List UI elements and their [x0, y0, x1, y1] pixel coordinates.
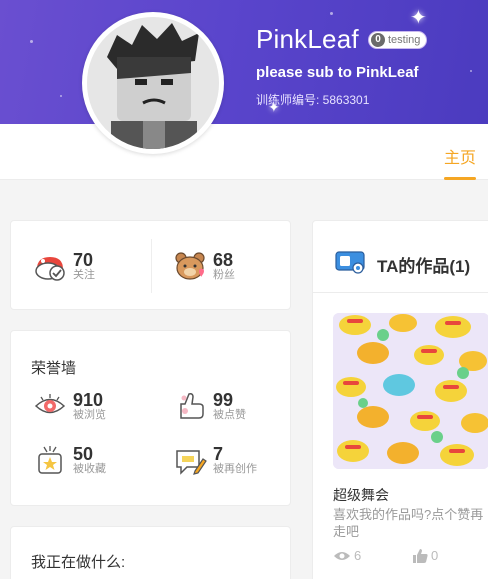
fans-stat[interactable]: 68 粉丝 [173, 249, 235, 283]
work-likes[interactable]: 0 [413, 548, 438, 563]
level-badge: 0 testing [368, 31, 428, 49]
work-likes-count: 0 [431, 548, 439, 563]
works-icon [335, 251, 365, 274]
like-icon [180, 393, 204, 419]
level-number: 0 [371, 33, 385, 47]
fans-icon [175, 252, 205, 280]
honor-wall-card: 荣誉墙 910 被浏览 99 被点赞 50 被收藏 7 被再创作 [10, 330, 291, 506]
thumbs-up-icon [413, 548, 428, 563]
follow-icon [35, 257, 65, 281]
favorites-count: 50 [73, 443, 94, 464]
following-stat[interactable]: 70 关注 [33, 249, 95, 283]
star-icon [38, 446, 62, 474]
fans-count: 68 [213, 249, 234, 270]
sparkle-icon: ✦ [410, 7, 427, 29]
eye-icon [334, 551, 350, 560]
work-views: 6 [333, 548, 361, 563]
eye-icon [34, 394, 66, 414]
status-card: 我正在做什么: [10, 526, 291, 579]
remix-stat: 7 被再创作 [173, 443, 257, 477]
works-title: TA的作品(1) [377, 257, 471, 276]
remix-icon [176, 450, 207, 475]
favorites-stat: 50 被收藏 [33, 443, 106, 477]
following-label: 关注 [73, 268, 95, 281]
views-stat: 910 被浏览 [33, 389, 106, 423]
fans-label: 粉丝 [213, 268, 235, 281]
likes-label: 被点赞 [213, 408, 246, 421]
works-card: TA的作品(1) 超级舞会 喜欢我的作品吗?点个赞再走吧 6 0 [312, 220, 488, 579]
avatar[interactable] [82, 12, 224, 154]
likes-count: 99 [213, 389, 234, 410]
profile-banner: ✦ ✦ [0, 0, 488, 124]
badge-label: testing [388, 34, 421, 46]
work-views-count: 6 [354, 548, 362, 563]
work-thumbnail-image [333, 313, 488, 469]
remix-count: 7 [213, 443, 224, 464]
follow-stats-card: 70 关注 68 粉丝 [10, 220, 291, 310]
views-label: 被浏览 [73, 408, 106, 421]
active-tab-indicator [444, 177, 476, 180]
username: PinkLeaf [256, 24, 359, 54]
work-description: 喜欢我的作品吗?点个赞再走吧 [333, 507, 484, 539]
following-count: 70 [73, 249, 94, 270]
status-title: 我正在做什么: [31, 554, 126, 571]
views-count: 910 [73, 389, 104, 410]
likes-stat: 99 被点赞 [173, 389, 246, 423]
stats-divider [151, 239, 152, 293]
trainer-id: 训练师编号: 5863301 [256, 93, 370, 107]
remix-label: 被再创作 [213, 462, 257, 475]
profile-nav: 主页 [0, 124, 488, 180]
avatar-image [87, 17, 219, 149]
honor-wall-title: 荣誉墙 [31, 360, 77, 377]
works-header: TA的作品(1) [313, 221, 488, 293]
work-thumbnail[interactable] [333, 313, 488, 469]
favorites-label: 被收藏 [73, 462, 106, 475]
profile-tagline: please sub to PinkLeaf [256, 64, 419, 81]
tab-home[interactable]: 主页 [444, 144, 476, 168]
work-title[interactable]: 超级舞会 [333, 485, 389, 505]
